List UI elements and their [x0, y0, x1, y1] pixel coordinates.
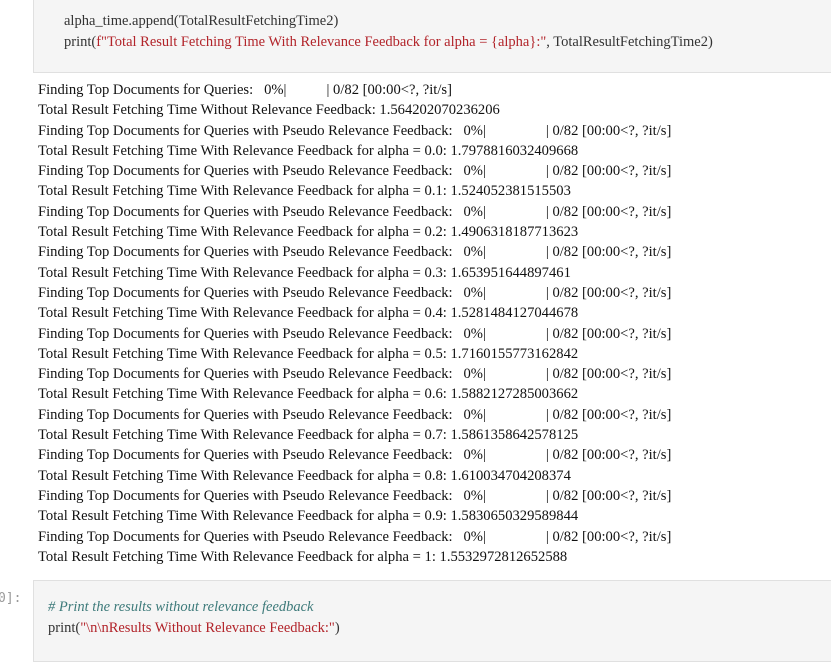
result-line: Total Result Fetching Time With Relevanc… [38, 425, 828, 445]
progress-line: Finding Top Documents for Queries with P… [38, 405, 828, 425]
code-line-alpha-append: alpha_time.append(TotalResultFetchingTim… [64, 13, 339, 29]
code-token: ) [334, 620, 340, 636]
progress-line: Finding Top Documents for Queries with P… [38, 202, 828, 222]
progress-line: Finding Top Documents for Queries with P… [38, 324, 828, 344]
output-text: Finding Top Documents for Queries with P… [38, 406, 486, 423]
code-line-print: print(f"Total Result Fetching Time With … [64, 34, 713, 51]
progress-status: | 0/82 [00:00<?, ?it/s] [545, 487, 672, 504]
result-line: Total Result Fetching Time With Relevanc… [38, 303, 828, 323]
code-string: f"Total Result Fetching Time With Releva… [96, 34, 547, 50]
output-text: Total Result Fetching Time With Relevanc… [38, 345, 579, 362]
progress-line: Finding Top Documents for Queries with P… [38, 242, 828, 262]
output-text: Total Result Fetching Time With Relevanc… [38, 548, 568, 565]
result-line: Total Result Fetching Time With Relevanc… [38, 506, 828, 526]
progress-status: | 0/82 [00:00<?, ?it/s] [545, 203, 672, 220]
output-text: Total Result Fetching Time With Relevanc… [38, 183, 571, 200]
output-text: Finding Top Documents for Queries with P… [38, 447, 486, 464]
code-line-print: print("\n\nResults Without Relevance Fee… [48, 620, 340, 637]
progress-line: Finding Top Documents for Queries with P… [38, 161, 828, 181]
progress-status: | 0/82 [00:00<?, ?it/s] [545, 325, 672, 342]
code-token: print( [48, 620, 81, 636]
progress-line: Finding Top Documents for Queries with P… [38, 445, 828, 465]
progress-status: | 0/82 [00:00<?, ?it/s] [545, 528, 672, 545]
output-text: Finding Top Documents for Queries with P… [38, 366, 486, 383]
progress-status: | 0/82 [00:00<?, ?it/s] [545, 122, 672, 139]
code-token: , TotalResultFetchingTime2) [546, 34, 713, 50]
progress-status: | 0/82 [00:00<?, ?it/s] [545, 163, 672, 180]
progress-line: Finding Top Documents for Queries with P… [38, 283, 828, 303]
code-string: "\n\nResults Without Relevance Feedback:… [80, 620, 335, 636]
progress-status: | 0/82 [00:00<?, ?it/s] [545, 284, 672, 301]
result-line: Total Result Fetching Time Without Relev… [38, 100, 828, 120]
output-text: Finding Top Documents for Queries with P… [38, 284, 486, 301]
output-text: Total Result Fetching Time Without Relev… [38, 102, 500, 119]
progress-status: | 0/82 [00:00<?, ?it/s] [545, 244, 672, 261]
result-line: Total Result Fetching Time With Relevanc… [38, 222, 828, 242]
output-text: Total Result Fetching Time With Relevanc… [38, 427, 579, 444]
cell-prompt: 0]: [0, 591, 22, 606]
result-line: Total Result Fetching Time With Relevanc… [38, 466, 828, 486]
result-line: Total Result Fetching Time With Relevanc… [38, 141, 828, 161]
result-line: Total Result Fetching Time With Relevanc… [38, 263, 828, 283]
progress-status: | 0/82 [00:00<?, ?it/s] [545, 406, 672, 423]
progress-line: Finding Top Documents for Queries with P… [38, 121, 828, 141]
result-line: Total Result Fetching Time With Relevanc… [38, 547, 828, 567]
output-text: Total Result Fetching Time With Relevanc… [38, 142, 579, 159]
code-comment: # Print the results without relevance fe… [48, 599, 314, 615]
output-text: Total Result Fetching Time With Relevanc… [38, 386, 579, 403]
code-cell-top[interactable]: alpha_time.append(TotalResultFetchingTim… [33, 0, 831, 73]
progress-line: Finding Top Documents for Queries with P… [38, 486, 828, 506]
output-text: Total Result Fetching Time With Relevanc… [38, 224, 579, 241]
cell-output: Finding Top Documents for Queries: 0%| | … [38, 80, 828, 567]
progress-status: | 0/82 [00:00<?, ?it/s] [326, 82, 452, 98]
progress-line: Finding Top Documents for Queries: 0%| | … [38, 80, 828, 100]
output-text: Finding Top Documents for Queries: 0%| [38, 82, 287, 98]
result-line: Total Result Fetching Time With Relevanc… [38, 344, 828, 364]
output-text: Finding Top Documents for Queries with P… [38, 203, 486, 220]
code-cell-bottom[interactable]: # Print the results without relevance fe… [33, 580, 831, 662]
output-text: Finding Top Documents for Queries with P… [38, 244, 486, 261]
output-text: Total Result Fetching Time With Relevanc… [38, 467, 571, 484]
output-text: Finding Top Documents for Queries with P… [38, 487, 486, 504]
progress-status: | 0/82 [00:00<?, ?it/s] [545, 447, 672, 464]
result-line: Total Result Fetching Time With Relevanc… [38, 181, 828, 201]
output-text: Finding Top Documents for Queries with P… [38, 325, 486, 342]
progress-status: | 0/82 [00:00<?, ?it/s] [545, 366, 672, 383]
output-text: Total Result Fetching Time With Relevanc… [38, 305, 579, 322]
output-text: Finding Top Documents for Queries with P… [38, 163, 486, 180]
output-text: Finding Top Documents for Queries with P… [38, 122, 486, 139]
result-line: Total Result Fetching Time With Relevanc… [38, 384, 828, 404]
output-text: Finding Top Documents for Queries with P… [38, 528, 486, 545]
progress-line: Finding Top Documents for Queries with P… [38, 364, 828, 384]
output-text: Total Result Fetching Time With Relevanc… [38, 508, 579, 525]
output-text: Total Result Fetching Time With Relevanc… [38, 264, 571, 281]
progress-line: Finding Top Documents for Queries with P… [38, 527, 828, 547]
code-token: print( [64, 34, 97, 50]
